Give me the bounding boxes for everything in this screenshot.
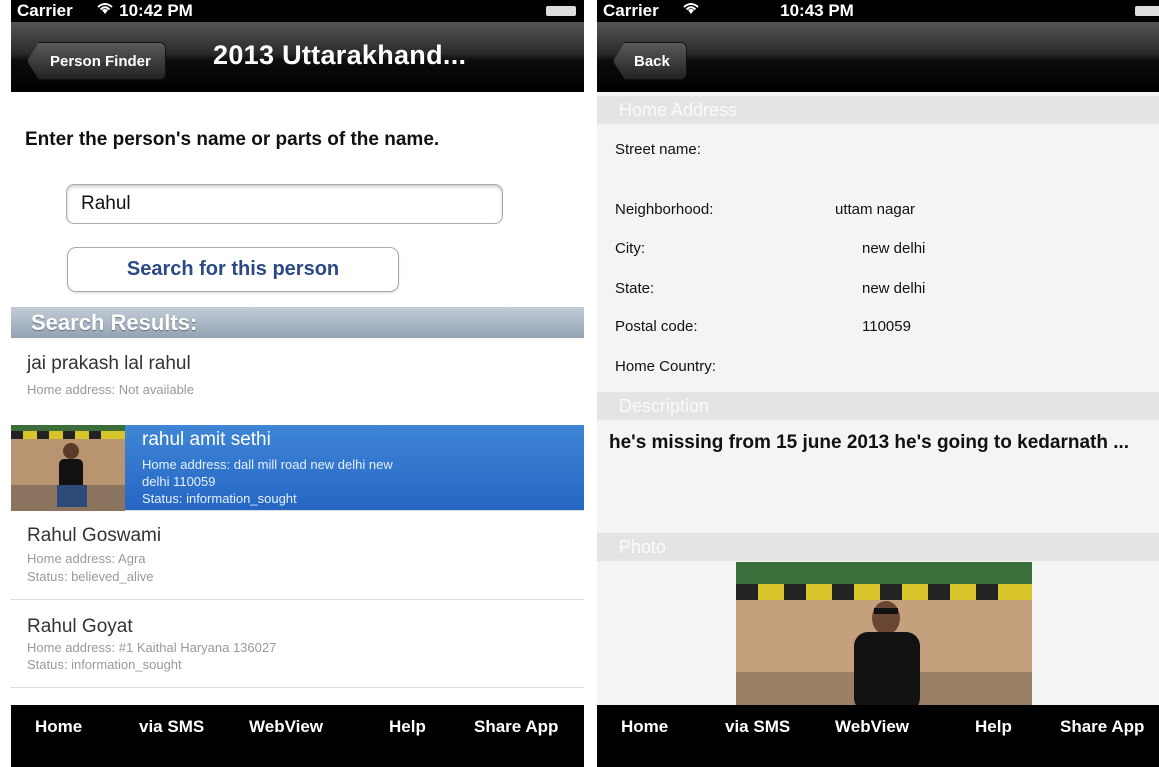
neighborhood-label: Neighborhood: [615,201,714,218]
result-name: Rahul Goyat [27,616,133,637]
tab-bar: Home via SMS WebView Help Share App [597,705,1159,767]
search-result-item[interactable]: Rahul Goswami Home address: Agra Status:… [11,511,584,600]
city-label: City: [615,240,645,257]
person-finder-back-button[interactable]: Person Finder [27,42,166,80]
photo-header: Photo [597,533,1159,561]
tab-share-app[interactable]: Share App [474,717,558,737]
search-result-item[interactable]: Rahul Goyat Home address: #1 Kaithal Har… [11,600,584,688]
search-results-header: Search Results: [11,307,584,338]
person-detail-screen: Carrier 10:43 PM Back Home Address Stree… [597,0,1159,767]
home-country-label: Home Country: [615,358,716,375]
name-search-input[interactable]: Rahul [66,184,503,224]
result-address: Home address: dall mill road new delhi n… [142,457,393,472]
neighborhood-value: uttam nagar [835,201,916,218]
tab-help[interactable]: Help [975,717,1012,737]
person-finder-search-screen: Carrier 10:42 PM Person Finder 2013 Utta… [11,0,584,767]
result-status: Status: believed_alive [27,569,154,584]
tab-home[interactable]: Home [35,717,82,737]
status-bar: Carrier 10:43 PM [597,0,1159,22]
street-name-label: Street name: [615,141,701,158]
postal-code-value: 110059 [862,318,911,335]
tab-bar: Home via SMS WebView Help Share App [11,705,584,767]
wifi-icon [681,0,701,21]
description-header: Description [597,392,1159,420]
result-status: Status: information_sought [142,491,297,506]
result-address-continued: delhi 110059 [142,474,216,489]
city-value: new delhi [862,240,926,257]
result-address: Home address: Agra [27,551,146,566]
person-photo [736,562,1032,712]
result-name: Rahul Goswami [27,525,162,546]
tab-webview[interactable]: WebView [249,717,323,737]
status-time: 10:43 PM [780,1,854,20]
tab-home[interactable]: Home [621,717,668,737]
state-value: new delhi [862,280,926,297]
battery-icon [1135,6,1159,16]
search-prompt: Enter the person's name or parts of the … [25,129,440,150]
state-label: State: [615,280,655,297]
result-name: jai prakash lal rahul [27,353,191,374]
description-text: he's missing from 15 june 2013 he's goin… [609,432,1130,453]
search-result-item[interactable]: jai prakash lal rahul Home address: Not … [11,345,584,425]
status-bar: Carrier 10:42 PM [11,0,584,22]
result-thumbnail [11,425,125,511]
result-status: Status: information_sought [27,657,182,672]
tab-via-sms[interactable]: via SMS [725,717,790,737]
carrier-label: Carrier [603,1,659,20]
page-title: 2013 Uttarakhand... [213,40,467,70]
tab-help[interactable]: Help [389,717,426,737]
tab-share-app[interactable]: Share App [1060,717,1144,737]
result-address: Home address: Not available [27,382,194,397]
navigation-bar: Person Finder 2013 Uttarakhand... [11,22,584,92]
search-result-item-selected[interactable]: rahul amit sethi Home address: dall mill… [11,425,584,511]
tab-webview[interactable]: WebView [835,717,909,737]
tab-via-sms[interactable]: via SMS [139,717,204,737]
home-address-header: Home Address [597,96,1159,124]
search-button[interactable]: Search for this person [67,247,399,292]
navigation-bar: Back [597,22,1159,92]
result-address: Home address: #1 Kaithal Haryana 136027 [27,640,277,655]
postal-code-label: Postal code: [615,318,698,335]
status-time: 10:42 PM [119,1,193,20]
back-button[interactable]: Back [613,42,687,80]
result-name: rahul amit sethi [142,429,271,450]
battery-icon [546,6,576,16]
